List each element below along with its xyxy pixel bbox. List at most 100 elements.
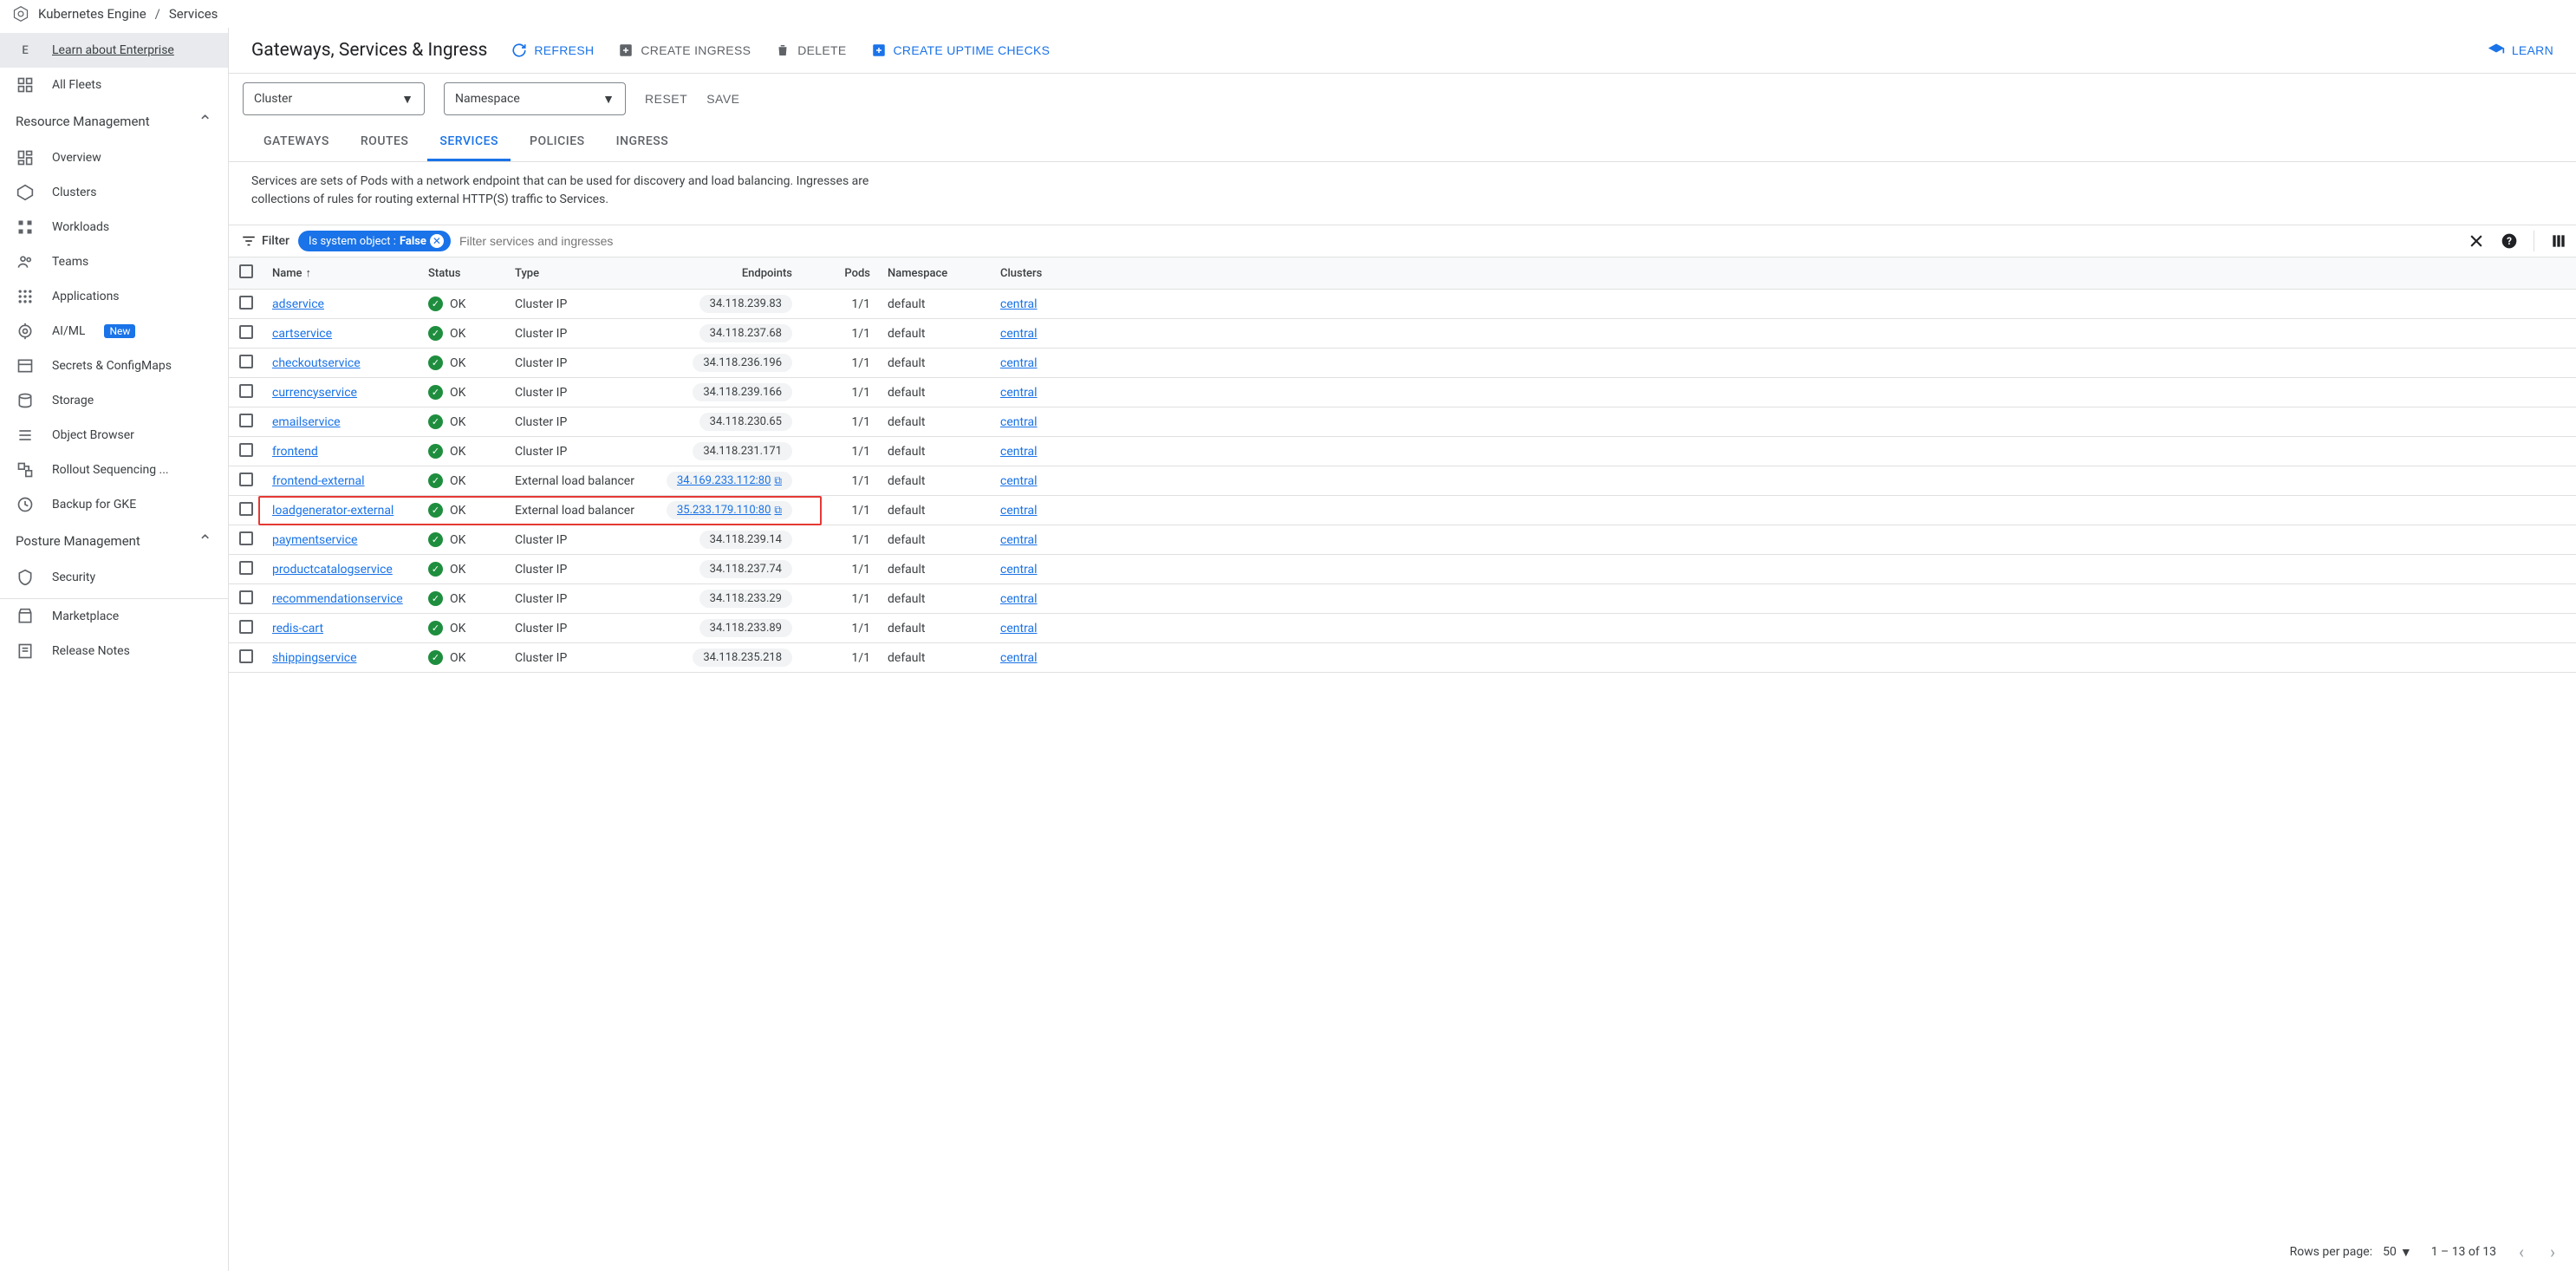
sidebar-item-workloads[interactable]: Workloads (0, 210, 228, 244)
rows-per-page-select[interactable]: 50 ▼ (2383, 1245, 2412, 1260)
cluster-select[interactable]: Cluster ▼ (243, 82, 425, 115)
filter-input[interactable] (459, 234, 2459, 248)
cluster-link[interactable]: central (1000, 533, 1038, 547)
sidebar-all-fleets[interactable]: All Fleets (0, 68, 228, 102)
service-name-link[interactable]: checkoutservice (272, 356, 361, 370)
tab-gateways[interactable]: GATEWAYS (251, 124, 342, 161)
row-checkbox[interactable] (239, 620, 253, 634)
tab-ingress[interactable]: INGRESS (604, 124, 681, 161)
chip-remove-icon[interactable]: ✕ (430, 234, 444, 248)
row-checkbox[interactable] (239, 531, 253, 545)
type-cell: Cluster IP (506, 378, 658, 407)
breadcrumb-product[interactable]: Kubernetes Engine (38, 6, 146, 22)
tab-policies[interactable]: POLICIES (517, 124, 597, 161)
save-button[interactable]: SAVE (706, 92, 739, 106)
column-header-type[interactable]: Type (506, 257, 658, 290)
reset-button[interactable]: RESET (645, 92, 687, 106)
filter-toggle[interactable]: Filter (241, 233, 289, 249)
row-checkbox[interactable] (239, 355, 253, 368)
sidebar-section-posture[interactable]: Posture Management ⌃ (0, 522, 228, 560)
tab-routes[interactable]: ROUTES (348, 124, 421, 161)
clear-filter-icon[interactable] (2468, 232, 2485, 250)
sidebar-learn-enterprise[interactable]: E Learn about Enterprise (0, 33, 228, 68)
select-all-checkbox[interactable] (239, 264, 253, 278)
sidebar-item-teams[interactable]: Teams (0, 244, 228, 279)
namespace-select[interactable]: Namespace ▼ (444, 82, 626, 115)
service-name-link[interactable]: frontend-external (272, 474, 365, 488)
delete-button[interactable]: DELETE (775, 42, 846, 58)
cluster-link[interactable]: central (1000, 563, 1038, 577)
sidebar-item-overview[interactable]: Overview (0, 140, 228, 175)
sidebar-item-applications[interactable]: Applications (0, 279, 228, 314)
row-checkbox[interactable] (239, 561, 253, 575)
row-checkbox[interactable] (239, 443, 253, 457)
sidebar-item-aiml[interactable]: AI/ML New (0, 314, 228, 349)
tab-services[interactable]: SERVICES (427, 124, 511, 161)
service-name-link[interactable]: paymentservice (272, 533, 357, 547)
sidebar-marketplace[interactable]: Marketplace (0, 599, 228, 634)
service-name-link[interactable]: emailservice (272, 415, 341, 429)
service-name-link[interactable]: currencyservice (272, 386, 357, 400)
sidebar-item-storage[interactable]: Storage (0, 383, 228, 418)
row-checkbox[interactable] (239, 325, 253, 339)
column-header-clusters[interactable]: Clusters (992, 257, 2576, 290)
row-checkbox[interactable] (239, 414, 253, 427)
column-header-namespace[interactable]: Namespace (879, 257, 992, 290)
service-name-link[interactable]: adservice (272, 297, 324, 311)
service-name-link[interactable]: shippingservice (272, 651, 357, 665)
row-checkbox[interactable] (239, 473, 253, 486)
learn-button[interactable]: LEARN (2488, 42, 2553, 59)
status-text: OK (450, 415, 465, 429)
cluster-link[interactable]: central (1000, 327, 1038, 341)
create-ingress-button[interactable]: CREATE INGRESS (618, 42, 751, 58)
column-header-status[interactable]: Status (420, 257, 506, 290)
sidebar-item-secrets[interactable]: Secrets & ConfigMaps (0, 349, 228, 383)
service-name-link[interactable]: loadgenerator-external (272, 504, 394, 518)
service-name-link[interactable]: productcatalogservice (272, 563, 393, 577)
row-checkbox[interactable] (239, 384, 253, 398)
chevron-up-icon: ⌃ (198, 111, 212, 132)
release-notes-icon (16, 642, 35, 661)
cluster-link[interactable]: central (1000, 504, 1038, 518)
row-checkbox[interactable] (239, 296, 253, 310)
sidebar-release-notes[interactable]: Release Notes (0, 634, 228, 668)
sidebar-item-security[interactable]: Security (0, 560, 228, 595)
cluster-link[interactable]: central (1000, 474, 1038, 488)
row-checkbox[interactable] (239, 502, 253, 516)
service-name-link[interactable]: frontend (272, 445, 318, 459)
sidebar-item-clusters[interactable]: Clusters (0, 175, 228, 210)
sidebar-item-objectbrowser[interactable]: Object Browser (0, 418, 228, 453)
breadcrumb-page[interactable]: Services (169, 6, 218, 22)
columns-icon[interactable] (2550, 232, 2567, 250)
cluster-link[interactable]: central (1000, 297, 1038, 311)
endpoint-link[interactable]: 35.233.179.110:80 ⧉ (667, 501, 792, 519)
help-icon[interactable]: ? (2501, 232, 2518, 250)
column-header-endpoints[interactable]: Endpoints (658, 257, 818, 290)
cluster-link[interactable]: central (1000, 445, 1038, 459)
sidebar-item-backup[interactable]: Backup for GKE (0, 487, 228, 522)
service-name-link[interactable]: recommendationservice (272, 592, 403, 606)
cluster-link[interactable]: central (1000, 622, 1038, 636)
refresh-button[interactable]: REFRESH (511, 42, 594, 58)
status-ok-icon: ✓ (428, 503, 443, 518)
filter-chip[interactable]: Is system object : False ✕ (298, 231, 451, 251)
service-name-link[interactable]: cartservice (272, 327, 332, 341)
cluster-link[interactable]: central (1000, 415, 1038, 429)
status-text: OK (450, 592, 465, 606)
cluster-link[interactable]: central (1000, 386, 1038, 400)
service-name-link[interactable]: redis-cart (272, 622, 323, 636)
sidebar-section-resource[interactable]: Resource Management ⌃ (0, 102, 228, 140)
cluster-link[interactable]: central (1000, 356, 1038, 370)
column-header-name[interactable]: Name↑ (263, 257, 420, 290)
namespace-cell: default (879, 319, 992, 349)
next-page-button[interactable]: › (2547, 1242, 2559, 1262)
endpoint-link[interactable]: 34.169.233.112:80 ⧉ (667, 472, 792, 490)
sidebar-item-rollout[interactable]: Rollout Sequencing ... (0, 453, 228, 487)
create-uptime-button[interactable]: CREATE UPTIME CHECKS (871, 42, 1051, 58)
column-header-pods[interactable]: Pods (818, 257, 879, 290)
row-checkbox[interactable] (239, 590, 253, 604)
cluster-link[interactable]: central (1000, 651, 1038, 665)
prev-page-button[interactable]: ‹ (2515, 1242, 2527, 1262)
row-checkbox[interactable] (239, 649, 253, 663)
cluster-link[interactable]: central (1000, 592, 1038, 606)
